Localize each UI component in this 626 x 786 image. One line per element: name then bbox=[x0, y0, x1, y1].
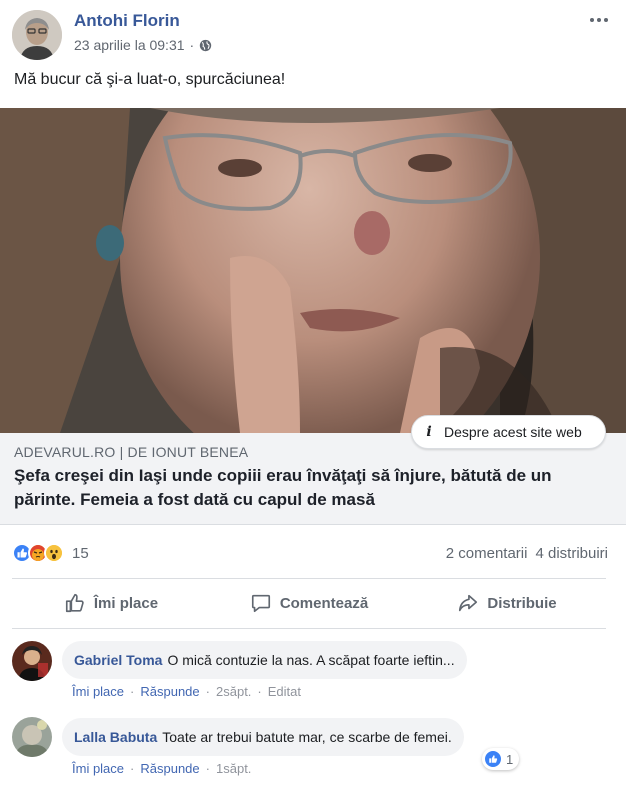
author-name[interactable]: Antohi Florin bbox=[74, 11, 180, 31]
post-card: Antohi Florin 23 aprilie la 09:31 · Mă b… bbox=[0, 0, 626, 786]
engagement-stats: 2 comentarii 4 distribuiri bbox=[446, 545, 608, 562]
reactions-summary[interactable]: 15 bbox=[12, 543, 89, 563]
commenter-name[interactable]: Gabriel Toma bbox=[74, 652, 162, 668]
info-icon: i bbox=[426, 424, 432, 440]
more-options-icon[interactable] bbox=[586, 12, 612, 28]
divider bbox=[12, 578, 606, 579]
action-bar: Îmi place Comentează Distribuie bbox=[12, 580, 606, 626]
commenter-name[interactable]: Lalla Babuta bbox=[74, 729, 157, 745]
post-meta: 23 aprilie la 09:31 · bbox=[74, 37, 212, 53]
comment-text: O mică contuzie la nas. A scăpat foarte … bbox=[167, 652, 455, 668]
thumbs-up-icon bbox=[65, 593, 84, 613]
about-website-label: Despre acest site web bbox=[444, 424, 582, 440]
comment-like-link[interactable]: Îmi place bbox=[72, 761, 124, 776]
link-title[interactable]: Şefa creşei din Iaşi unde copiii erau în… bbox=[14, 464, 610, 512]
comment-actions: Îmi place · Răspunde · 2săpt. · Editat bbox=[72, 684, 302, 699]
like-button[interactable]: Îmi place bbox=[12, 580, 210, 626]
link-source: ADEVARUL.RO | DE IONUT BENEA bbox=[14, 444, 249, 460]
post-timestamp[interactable]: 23 aprilie la 09:31 bbox=[74, 37, 185, 53]
comments-count[interactable]: 2 comentarii bbox=[446, 545, 528, 562]
shares-count[interactable]: 4 distribuiri bbox=[535, 545, 608, 562]
comment-reply-link[interactable]: Răspunde bbox=[140, 684, 199, 699]
comment-button[interactable]: Comentează bbox=[210, 580, 408, 626]
share-label: Distribuie bbox=[487, 594, 557, 612]
comment-reaction-count: 1 bbox=[506, 751, 514, 767]
like-reaction-icon bbox=[484, 750, 502, 768]
comment-icon bbox=[251, 594, 270, 613]
comment-reactions[interactable]: 1 bbox=[482, 748, 520, 770]
comment-text: Toate ar trebui batute mar, ce scarbe de… bbox=[162, 729, 452, 745]
comment-time[interactable]: 2săpt. bbox=[216, 684, 251, 699]
about-website-button[interactable]: i Despre acest site web bbox=[411, 415, 606, 449]
like-label: Îmi place bbox=[93, 594, 159, 612]
comment-actions: Îmi place · Răspunde · 1săpt. bbox=[72, 761, 252, 776]
reactions-count[interactable]: 15 bbox=[72, 545, 89, 562]
share-button[interactable]: Distribuie bbox=[408, 580, 606, 626]
share-icon bbox=[459, 594, 478, 612]
wow-reaction-icon bbox=[44, 543, 64, 563]
comment-time[interactable]: 1săpt. bbox=[216, 761, 251, 776]
comment-reply-link[interactable]: Răspunde bbox=[140, 761, 199, 776]
commenter-avatar[interactable] bbox=[12, 717, 52, 757]
meta-separator: · bbox=[189, 37, 195, 53]
author-avatar[interactable] bbox=[12, 10, 62, 60]
comment-edited[interactable]: Editat bbox=[268, 684, 301, 699]
globe-icon[interactable] bbox=[199, 39, 212, 52]
comment-bubble: Lalla Babuta Toate ar trebui batute mar,… bbox=[62, 718, 464, 756]
comment-label: Comentează bbox=[279, 594, 369, 612]
commenter-avatar[interactable] bbox=[12, 641, 52, 681]
divider bbox=[12, 628, 606, 629]
comment-like-link[interactable]: Îmi place bbox=[72, 684, 124, 699]
comment-bubble: Gabriel Toma O mică contuzie la nas. A s… bbox=[62, 641, 467, 679]
link-preview-image[interactable] bbox=[0, 108, 626, 433]
post-text: Mă bucur că şi-a luat-o, spurcăciunea! bbox=[14, 71, 286, 88]
